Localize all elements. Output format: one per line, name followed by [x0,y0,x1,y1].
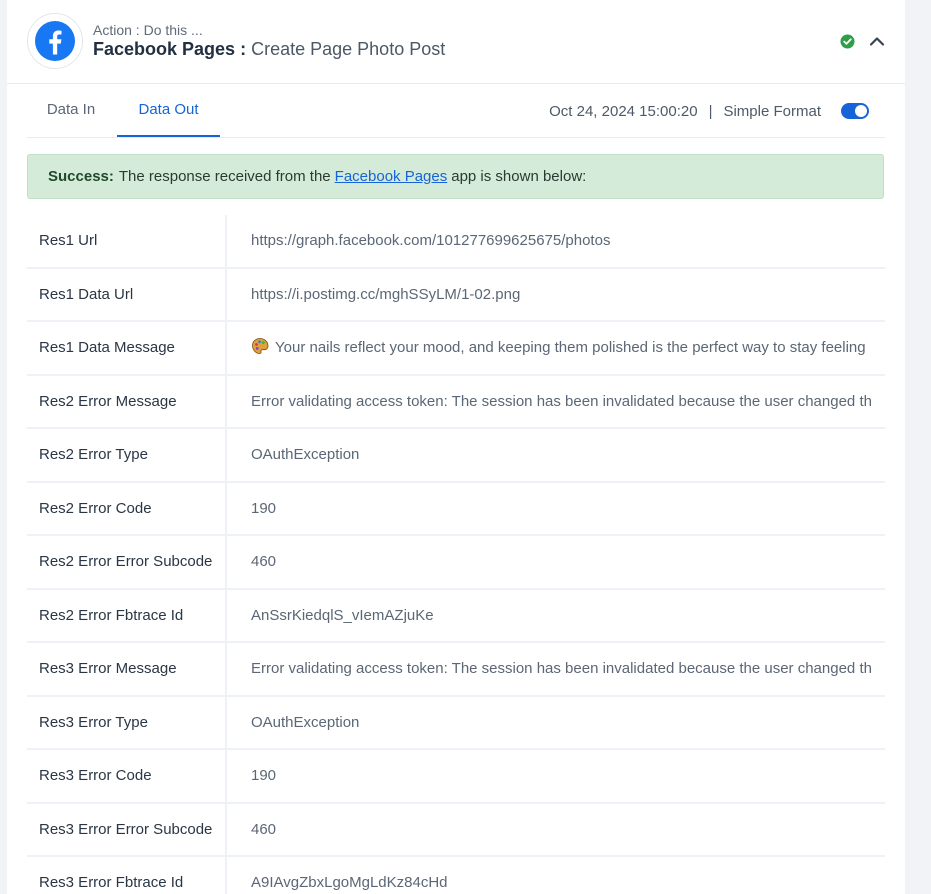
action-title: Facebook Pages : Create Page Photo Post [93,39,445,60]
palette-emoji-icon [252,338,269,354]
row-value-cell: Error validating access token: The sessi… [225,643,885,697]
row-value-cell: OAuthException [225,429,885,483]
meta-divider: | [708,102,713,120]
row-value-cell: https://graph.facebook.com/1012776996256… [225,215,885,269]
row-value: OAuthException [251,446,360,463]
simple-format-toggle[interactable] [841,103,869,119]
tab-data-out[interactable]: Data Out [117,85,220,137]
table-row: Res2 Error Error Subcode 460 [27,536,885,590]
action-subtitle: Action : Do this ... [93,22,203,38]
action-card: Action : Do this ... Facebook Pages : Cr… [7,0,905,894]
row-key: Res2 Error Message [39,392,177,410]
row-value-cell: 190 [225,482,885,536]
alert-text-after: app is shown below: [451,168,587,185]
table-row: Res1 Data Url https://i.postimg.cc/mghSS… [27,268,885,322]
row-value-cell: Your nails reflect your mood, and keepin… [225,322,885,376]
table-row: Res3 Error Message Error validating acce… [27,643,885,697]
row-value: OAuthException [251,713,360,731]
row-value: 460 [251,820,277,838]
row-value: https://graph.facebook.com/1012776996256… [251,232,611,249]
row-key: Res2 Error Type [39,446,148,463]
format-label: Simple Format [723,102,821,120]
row-value-cell: 460 [225,536,885,590]
table-row: Res3 Error Type OAuthException [27,696,885,750]
table-row: Res1 Url https://graph.facebook.com/1012… [27,215,885,269]
row-key: Res3 Error Fbtrace Id [39,874,184,891]
table-row: Res2 Error Fbtrace Id AnSsrKiedqlS_vIemA… [27,589,885,643]
row-value-cell: OAuthException [225,696,885,750]
row-value-cell: https://i.postimg.cc/mghSSyLM/1-02.png [225,268,885,322]
row-value: 460 [251,553,277,570]
alert-text-before: The response received from the [118,168,331,185]
row-key: Res2 Error Code [39,499,152,517]
app-logo [27,13,83,69]
title-separator: : [240,39,247,59]
toggle-knob [855,105,867,117]
response-table: Res1 Url https://graph.facebook.com/1012… [27,215,885,894]
check-circle-icon [840,34,855,49]
row-value: Error validating access token: The sessi… [251,660,872,677]
row-value: A9IAvgZbxLgoMgLdKz84cHd [251,874,448,891]
row-value-with-emoji: Your nails reflect your mood, and keepin… [251,322,866,374]
facebook-icon [35,21,75,61]
row-value-cell: AnSsrKiedqlS_vIemAZjuKe [225,589,885,643]
row-key: Res2 Error Fbtrace Id [39,606,184,624]
action-name: Create Page Photo Post [251,39,446,59]
alert-prefix: Success: [48,168,114,185]
table-row: Res2 Error Code 190 [27,482,885,536]
row-value: 190 [251,767,277,784]
row-key: Res1 Data Message [39,339,175,356]
tab-data-in[interactable]: Data In [27,85,115,137]
row-key: Res1 Url [39,232,98,249]
row-key: Res1 Data Url [39,285,134,303]
table-row: Res2 Error Message Error validating acce… [27,375,885,429]
response-meta: Oct 24, 2024 15:00:20 | Simple Format [549,85,869,137]
row-value: https://i.postimg.cc/mghSSyLM/1-02.png [251,285,521,303]
table-row: Res3 Error Code 190 [27,750,885,804]
row-key: Res3 Error Code [39,767,152,784]
row-value-cell: 460 [225,803,885,857]
response-timestamp: Oct 24, 2024 15:00:20 [549,102,698,120]
row-key: Res2 Error Error Subcode [39,553,213,570]
row-value: Your nails reflect your mood, and keepin… [275,339,866,356]
row-value: 190 [251,499,277,517]
table-row: Res1 Data Message Your nails reflect you… [27,322,885,376]
row-key: Res3 Error Type [39,713,148,731]
row-key: Res3 Error Error Subcode [39,820,213,838]
tabs-bar: Data In Data Out Oct 24, 2024 15:00:20 |… [27,85,885,138]
row-value-cell: 190 [225,750,885,804]
row-value: AnSsrKiedqlS_vIemAZjuKe [251,606,434,624]
row-key: Res3 Error Message [39,660,177,677]
table-row: Res3 Error Error Subcode 460 [27,803,885,857]
table-row: Res3 Error Fbtrace Id A9IAvgZbxLgoMgLdKz… [27,857,885,894]
table-row: Res2 Error Type OAuthException [27,429,885,483]
app-name: Facebook Pages [93,39,236,59]
row-value-cell: Error validating access token: The sessi… [225,375,885,429]
action-header[interactable]: Action : Do this ... Facebook Pages : Cr… [7,0,905,84]
chevron-up-icon[interactable] [869,34,885,48]
facebook-pages-link[interactable]: Facebook Pages [335,168,448,185]
success-alert: Success: The response received from the … [27,154,884,199]
row-value: Error validating access token: The sessi… [251,392,872,410]
row-value-cell: A9IAvgZbxLgoMgLdKz84cHd [225,857,885,894]
